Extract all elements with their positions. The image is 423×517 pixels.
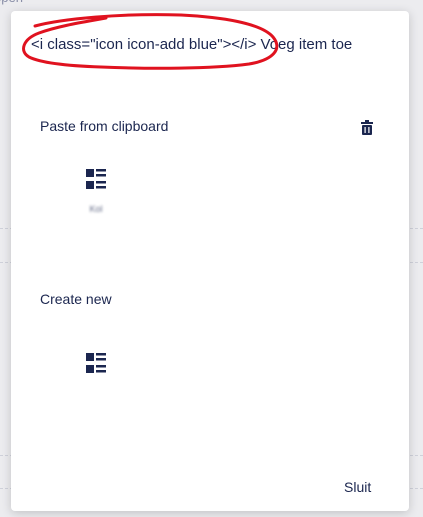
add-item-dialog: <i class="icon icon-add blue"></i> Voeg …: [11, 11, 409, 511]
clipboard-item-caption: Kol: [36, 203, 156, 215]
paste-from-clipboard-heading: Paste from clipboard: [40, 118, 169, 134]
caption-line: Kol: [89, 204, 103, 214]
create-new-heading: Create new: [40, 291, 112, 307]
background-page-text: ppen: [0, 0, 23, 5]
dialog-title: <i class="icon icon-add blue"></i> Voeg …: [31, 36, 353, 53]
clipboard-item[interactable]: Kol: [36, 159, 156, 239]
list-block-icon: [86, 353, 106, 373]
trash-icon: [361, 120, 373, 135]
create-new-item[interactable]: [36, 343, 156, 423]
clear-clipboard-button[interactable]: [360, 120, 374, 136]
close-button[interactable]: Sluit: [344, 479, 371, 495]
list-block-icon: [86, 169, 106, 189]
